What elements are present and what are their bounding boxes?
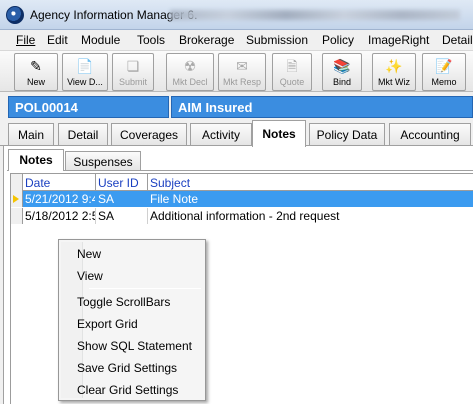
column-header-subject[interactable]: Subject [148,174,473,191]
menu-separator [89,288,201,289]
view-document-icon: 📄 [76,58,94,74]
menu-item-toggle-scrollbars[interactable]: Toggle ScrollBars [77,292,170,312]
menu-file[interactable]: File [16,33,35,47]
menu-item-save-grid-settings[interactable]: Save Grid Settings [77,358,177,378]
subtab-suspenses[interactable]: Suspenses [65,151,141,171]
tab-accounting[interactable]: Accounting [389,123,471,146]
menu-imageright[interactable]: ImageRight [368,33,429,47]
menu-module[interactable]: Module [81,33,120,47]
app-logo-icon [6,6,24,24]
column-header-user-id[interactable]: User ID [96,174,148,191]
market-response-button[interactable]: ✉ Mkt Resp [218,53,266,91]
market-response-icon: ✉ [236,58,248,74]
tab-policy-data[interactable]: Policy Data [309,123,385,146]
view-document-button[interactable]: 📄 View D... [62,53,108,91]
tab-notes[interactable]: Notes [252,120,306,147]
submit-icon: ❏ [126,58,140,74]
table-row[interactable]: 5/21/2012 9:4 SA File Note [11,191,473,207]
title-bar: Agency Information Manager 6. [0,0,473,30]
subtab-divider [7,170,473,171]
memo-button[interactable]: 📝 Memo [422,53,466,91]
bind-button[interactable]: 📚 Bind [322,53,362,91]
cell-subject: File Note [150,192,199,206]
menu-bar: File Edit Module Tools Brokerage Submiss… [0,30,473,50]
market-wizard-button[interactable]: ✨ Mkt Wiz [372,53,416,91]
main-tabs: Main Detail Coverages Activity Notes Pol… [0,120,473,147]
insured-name-field: AIM Insured [171,96,473,118]
cell-subject: Additional information - 2nd request [150,209,340,223]
cell-user-id: SA [96,191,148,207]
menu-item-show-sql-statement[interactable]: Show SQL Statement [77,336,192,356]
tab-main[interactable]: Main [8,123,54,146]
menu-item-new[interactable]: New [77,244,101,264]
grid-context-menu: New View Toggle ScrollBars Export Grid S… [58,239,206,401]
table-row[interactable]: 5/18/2012 2:5 SA Additional information … [11,208,473,224]
toolbar: ✎ New 📄 View D... ❏ Submit ☢ Mkt Decl ✉ … [0,50,473,92]
quote-button[interactable]: 🗎 Quote [272,53,312,91]
menu-submission[interactable]: Submission [246,33,308,47]
tab-activity[interactable]: Activity [190,123,252,146]
grid-header: Date User ID Subject [11,174,473,191]
current-row-marker-icon [13,195,19,203]
column-header-date[interactable]: Date [23,174,96,191]
menu-item-view[interactable]: View [77,266,103,286]
tab-coverages[interactable]: Coverages [111,123,187,146]
row-indicator [11,208,23,224]
market-decline-button[interactable]: ☢ Mkt Decl [166,53,214,91]
cell-date: 5/18/2012 2:5 [25,208,96,224]
new-document-icon: ✎ [30,58,42,74]
menu-brokerage[interactable]: Brokerage [179,33,234,47]
menu-item-export-grid[interactable]: Export Grid [77,314,138,334]
submit-button[interactable]: ❏ Submit [112,53,154,91]
policy-number-field: POL00014 [8,96,169,118]
cell-user-id: SA [96,208,148,224]
cell-date: 5/21/2012 9:4 [25,191,96,207]
memo-icon: 📝 [435,58,453,74]
row-indicator [11,191,23,207]
redacted-title-info [170,10,460,20]
menu-tools[interactable]: Tools [137,33,165,47]
market-decline-icon: ☢ [183,58,197,74]
market-wizard-icon: ✨ [385,58,403,74]
menu-edit[interactable]: Edit [47,33,68,47]
quote-icon: 🗎 [286,58,298,74]
bind-icon: 📚 [333,58,351,74]
menu-detail[interactable]: Detail [442,33,473,47]
new-button[interactable]: ✎ New [14,53,58,91]
subtab-notes[interactable]: Notes [8,149,64,171]
tab-detail[interactable]: Detail [58,123,108,146]
menu-policy[interactable]: Policy [322,33,354,47]
menu-item-clear-grid-settings[interactable]: Clear Grid Settings [77,380,178,400]
grid-corner [11,174,23,191]
